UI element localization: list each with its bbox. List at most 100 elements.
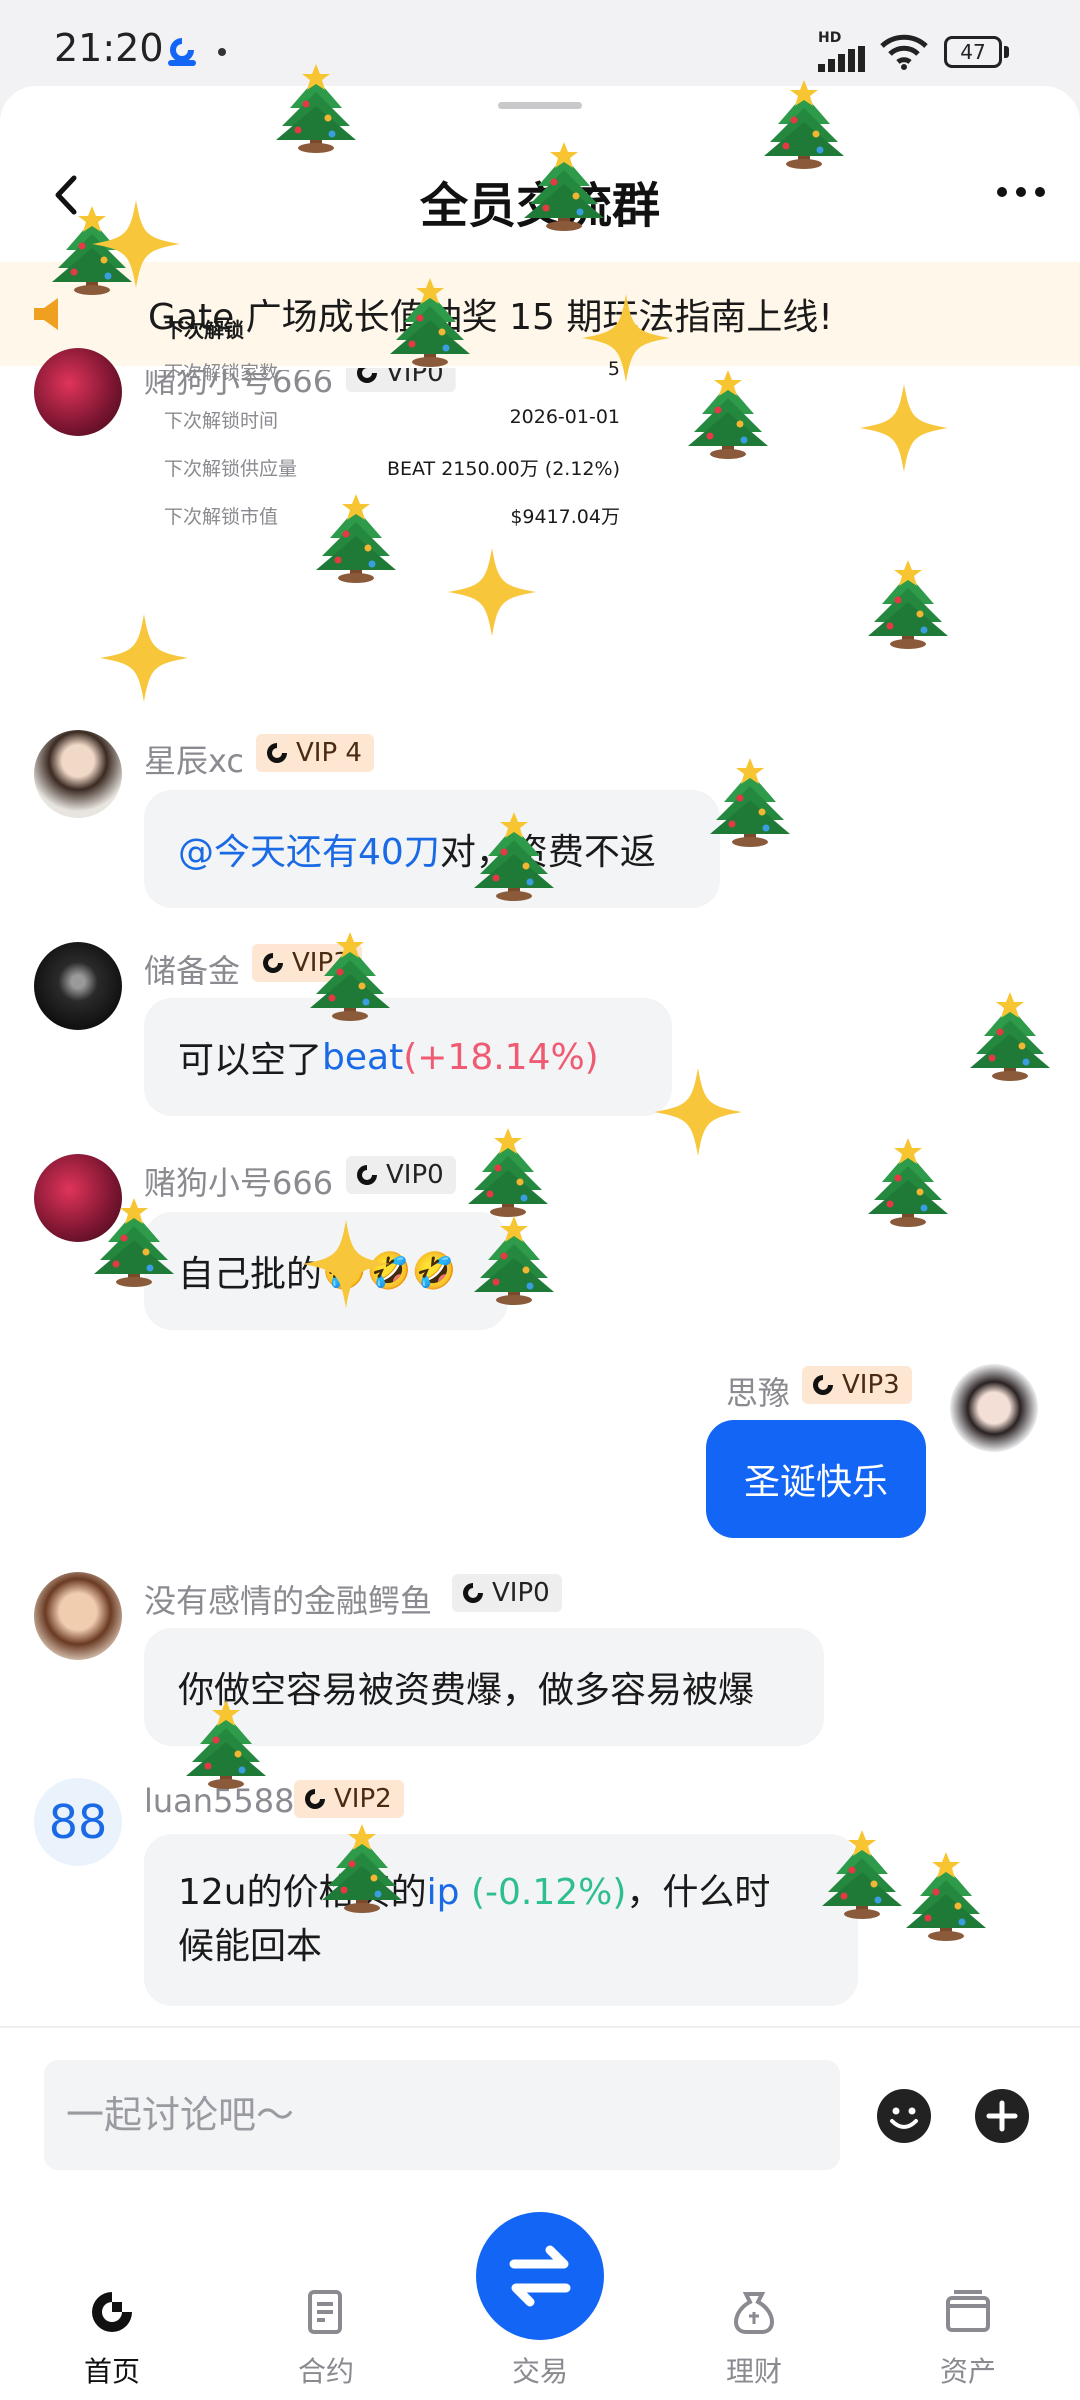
battery-icon: 47	[944, 36, 1009, 68]
message-bubble[interactable]: 12u的价格买的ip (-0.12%)，什么时 候能回本	[144, 1834, 858, 2006]
unlock-info-card: 下次解锁 下次解锁家数 5 下次解锁时间 2026-01-01 下次解锁供应量 …	[150, 310, 630, 610]
message-text: 12u的价格买的	[178, 1872, 427, 1913]
vip-level: VIP3	[292, 948, 350, 978]
divider	[0, 2026, 1080, 2028]
vip-badge: VIP2	[294, 1780, 404, 1818]
speaker-icon	[34, 298, 58, 330]
price-change: (+18.14%)	[403, 1036, 599, 1078]
nav-label: 合约	[297, 2355, 354, 2388]
row-label: 下次解锁时间	[164, 410, 279, 432]
home-icon	[92, 2292, 132, 2332]
message-text: 圣诞快乐	[743, 1462, 888, 1503]
notification-dot	[218, 48, 226, 56]
avatar[interactable]	[34, 1154, 122, 1242]
avatar[interactable]: 88	[34, 1778, 122, 1866]
username[interactable]: 没有感情的金融鳄鱼	[144, 1576, 432, 1622]
nav-contract[interactable]: 合约	[256, 2240, 396, 2390]
message-bubble[interactable]: 圣诞快乐	[706, 1420, 926, 1538]
sheet-grabber[interactable]	[498, 102, 582, 109]
vip-level: VIP0	[492, 1578, 550, 1608]
wifi-icon	[880, 34, 928, 70]
username[interactable]: 星辰xc	[144, 736, 244, 782]
vip-badge: VIP3	[252, 944, 362, 982]
wallet-icon	[946, 2290, 990, 2332]
gate-logo-icon	[357, 1165, 377, 1185]
gate-logo-icon	[263, 953, 283, 973]
avatar[interactable]	[34, 1572, 122, 1660]
screen: 21:20 HD 47 全员交流群 Gate 广场成长值抽奖 15 期玩法指南上…	[0, 0, 1080, 2400]
price-change: (-0.12%)	[459, 1872, 627, 1913]
message-bubble[interactable]: 可以空了 beat (+18.14%)	[144, 998, 672, 1116]
message-input[interactable]: 一起讨论吧～	[44, 2060, 840, 2170]
nav-label: 资产	[939, 2355, 996, 2388]
nav-label: 理财	[725, 2355, 782, 2388]
vip-level: VIP3	[842, 1370, 900, 1400]
avatar[interactable]	[950, 1364, 1038, 1452]
more-options-icon[interactable]	[996, 182, 1046, 202]
message-bubble[interactable]: 你做空容易被资费爆，做多容易被爆	[144, 1628, 824, 1746]
vip-badge: VIP0	[346, 1156, 456, 1194]
username[interactable]: 思豫	[726, 1368, 790, 1414]
gate-logo-icon	[267, 743, 287, 763]
mention-link[interactable]: @今天还有40刀	[178, 823, 440, 875]
username[interactable]: 赌狗小号666	[144, 1158, 333, 1204]
gate-logo-icon	[463, 1583, 483, 1603]
message-text: 可以空了	[178, 1040, 323, 1081]
avatar[interactable]	[34, 348, 122, 436]
row-value: 2026-01-01	[509, 406, 620, 428]
gate-app-icon	[168, 38, 196, 66]
vip-badge: VIP 4	[256, 734, 374, 772]
avatar[interactable]	[34, 942, 122, 1030]
swap-icon	[509, 2245, 571, 2307]
message-text: 自己批的	[178, 1254, 323, 1295]
row-label: 下次解锁家数	[164, 362, 279, 384]
message-bubble[interactable]: 自己批的 🤣🤣🤣	[144, 1212, 508, 1330]
row-value: BEAT 2150.00万 (2.12%)	[386, 458, 620, 480]
card-row: 下次解锁家数 5	[164, 358, 620, 388]
chat-header: 全员交流群	[0, 146, 1080, 246]
emoji-icon[interactable]	[876, 2088, 932, 2144]
vip-level: VIP0	[386, 1160, 444, 1190]
network-type: HD	[818, 30, 842, 46]
card-row: 下次解锁供应量 BEAT 2150.00万 (2.12%)	[164, 454, 620, 484]
card-title: 下次解锁	[164, 318, 244, 342]
row-value: 5	[607, 358, 620, 380]
row-label: 下次解锁市值	[164, 506, 279, 528]
signal-icon	[818, 46, 865, 72]
page-title: 全员交流群	[419, 178, 660, 234]
nav-finance[interactable]: 理财	[684, 2240, 824, 2390]
contract-icon	[308, 2290, 342, 2334]
message-text-line2: 候能回本	[178, 1926, 323, 1967]
username[interactable]: 储备金	[144, 946, 240, 992]
status-bar: 21:20 HD 47	[0, 0, 1080, 92]
username[interactable]: luan5588	[144, 1782, 295, 1820]
row-label: 下次解锁供应量	[164, 458, 298, 480]
message-text: 对，资费不返	[439, 832, 656, 873]
row-value: $9417.04万	[510, 506, 620, 528]
trade-button[interactable]	[476, 2212, 604, 2340]
nav-home[interactable]: 首页	[42, 2240, 182, 2390]
vip-badge: VIP0	[452, 1574, 562, 1612]
gate-logo-icon	[813, 1375, 833, 1395]
message-text: 你做空容易被资费爆，做多容易被爆	[178, 1670, 755, 1711]
status-time: 21:20	[54, 26, 164, 70]
battery-level: 47	[944, 36, 1002, 68]
vip-badge: VIP3	[802, 1366, 912, 1404]
avatar-text: 88	[48, 1795, 108, 1849]
gate-logo-icon	[305, 1789, 325, 1809]
card-row: 下次解锁时间 2026-01-01	[164, 406, 620, 436]
message-bubble[interactable]: @今天还有40刀 对，资费不返	[144, 790, 720, 908]
finance-icon	[733, 2292, 775, 2334]
vip-level: VIP 4	[296, 738, 362, 768]
nav-assets[interactable]: 资产	[898, 2240, 1038, 2390]
avatar[interactable]	[34, 730, 122, 818]
plus-icon[interactable]	[974, 2088, 1030, 2144]
card-row: 下次解锁市值 $9417.04万	[164, 502, 620, 532]
ticker-link[interactable]: beat	[322, 1037, 403, 1078]
ticker-link[interactable]: ip	[427, 1872, 460, 1913]
nav-label: 交易	[511, 2355, 568, 2388]
vip-level: VIP2	[334, 1784, 392, 1814]
nav-label: 首页	[83, 2355, 140, 2388]
emoji: 🤣🤣🤣	[322, 1251, 457, 1292]
message-text: ，什么时	[626, 1872, 771, 1913]
